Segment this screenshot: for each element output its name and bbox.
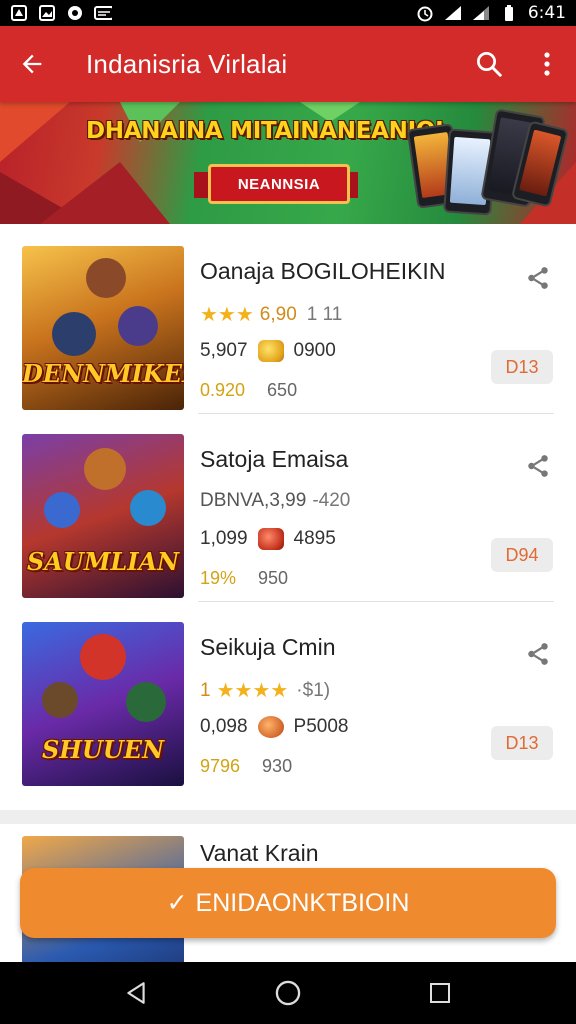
price-button[interactable]: D94 bbox=[491, 538, 553, 572]
info-row: 0,098 P5008 bbox=[200, 716, 349, 738]
rating-row: 1 ★★★★ ·$1) bbox=[200, 678, 330, 703]
app-name: Satoja Emaisa bbox=[200, 446, 349, 472]
alarm-icon bbox=[416, 4, 434, 22]
nav-recents-button[interactable] bbox=[410, 962, 470, 1024]
avatar-icon bbox=[257, 716, 284, 738]
star-icon: ★★★★ bbox=[216, 680, 289, 702]
share-button[interactable] bbox=[520, 448, 556, 484]
info-row: 1,099 4895 bbox=[200, 528, 336, 550]
more-options-button[interactable] bbox=[518, 26, 576, 102]
share-icon bbox=[528, 267, 548, 289]
meta-primary: 19% bbox=[200, 568, 237, 588]
meta-row: 9796 930 bbox=[200, 756, 292, 777]
meta-secondary: 650 bbox=[267, 380, 298, 400]
banner-headline: DHANAINA MITAINANEANIOI bbox=[86, 118, 444, 144]
share-icon bbox=[528, 643, 548, 665]
status-time: 6:41 bbox=[527, 3, 566, 23]
info-row: 5,907 0900 bbox=[200, 340, 336, 362]
meta-row: 19% 950 bbox=[200, 568, 288, 589]
battery-icon bbox=[500, 4, 518, 22]
rating-value: 6,90 bbox=[259, 303, 297, 325]
back-arrow-icon bbox=[22, 54, 42, 74]
thumbnail-title: DENNMIKEN bbox=[22, 359, 184, 388]
share-button[interactable] bbox=[520, 260, 556, 296]
more-vert-icon bbox=[544, 52, 550, 76]
meta-secondary: 950 bbox=[258, 568, 289, 588]
rating-extra: 1 11 bbox=[306, 303, 343, 325]
promo-banner[interactable]: DHANAINA MITAINANEANIOI NEANNSIA bbox=[0, 102, 576, 224]
app-bar: Indanisria Virlalai bbox=[0, 26, 576, 102]
download-count: 5,907 bbox=[200, 340, 248, 361]
nav-home-button[interactable] bbox=[258, 962, 318, 1024]
rating-row: DBNVA,3,99 -420 bbox=[200, 490, 350, 512]
app-thumbnail: SHUUEN bbox=[22, 622, 184, 786]
coin-count: P5008 bbox=[293, 716, 349, 737]
primary-action-label: ENIDAONKTBIOIN bbox=[195, 888, 410, 917]
star-icon: ★★★ bbox=[200, 304, 254, 326]
mail-icon bbox=[94, 4, 112, 22]
rating-prefix: 1 bbox=[200, 679, 211, 701]
rating-extra: -420 bbox=[312, 490, 351, 511]
signal-icon bbox=[444, 4, 462, 22]
thumbnail-title: SAUMLIAN bbox=[26, 547, 180, 576]
meta-primary: 0.920 bbox=[200, 380, 246, 400]
share-button[interactable] bbox=[520, 636, 556, 672]
download-count: 1,099 bbox=[200, 528, 248, 549]
notification-icon bbox=[10, 4, 28, 22]
list-item[interactable]: DENNMIKEN Oanaja BOGILOHEIKIN ★★★ 6,90 1… bbox=[0, 226, 576, 414]
home-circle-icon bbox=[275, 980, 301, 1006]
meta-primary: 9796 bbox=[200, 756, 241, 776]
system-nav-bar bbox=[0, 962, 576, 1024]
list-item[interactable]: SHUUEN Seikuja Cmin 1 ★★★★ ·$1) 0,098 P5… bbox=[0, 602, 576, 788]
coin-count: 4895 bbox=[293, 528, 336, 549]
share-icon bbox=[528, 455, 548, 477]
status-bar: 6:41 bbox=[0, 0, 576, 26]
recents-square-icon bbox=[430, 983, 450, 1003]
meta-secondary: 930 bbox=[262, 756, 293, 776]
thumbnail-title: SHUUEN bbox=[41, 735, 165, 764]
back-button[interactable] bbox=[0, 26, 64, 102]
app-name: Oanaja BOGILOHEIKIN bbox=[200, 258, 446, 284]
list-item[interactable]: SAUMLIAN Satoja Emaisa DBNVA,3,99 -420 1… bbox=[0, 414, 576, 602]
app-thumbnail: DENNMIKEN bbox=[22, 246, 184, 410]
section-divider bbox=[0, 810, 576, 824]
banner-ribbon: NEANNSIA bbox=[208, 164, 350, 204]
app-name: Vanat Krain bbox=[200, 840, 319, 866]
circle-icon bbox=[66, 4, 84, 22]
meta-row: 0.920 650 bbox=[200, 380, 297, 401]
rating-value: DBNVA,3,99 bbox=[200, 490, 307, 511]
app-title: Indanisria Virlalai bbox=[86, 48, 288, 79]
price-button[interactable]: D13 bbox=[491, 726, 553, 760]
image-icon bbox=[38, 4, 56, 22]
search-icon bbox=[477, 52, 502, 77]
check-icon: ✓ bbox=[166, 889, 188, 917]
rating-extra: ·$1) bbox=[296, 679, 331, 701]
app-name: Seikuja Cmin bbox=[200, 634, 336, 660]
search-button[interactable] bbox=[460, 26, 518, 102]
signal-icon bbox=[472, 4, 490, 22]
app-thumbnail: SAUMLIAN bbox=[22, 434, 184, 598]
price-button[interactable]: D13 bbox=[491, 350, 553, 384]
coin-icon bbox=[257, 340, 284, 362]
rating-row: ★★★ 6,90 1 11 bbox=[200, 302, 342, 327]
gift-icon bbox=[257, 528, 284, 550]
nav-back-button[interactable] bbox=[106, 962, 166, 1024]
primary-action-button[interactable]: ✓ ENIDAONKTBIOIN bbox=[20, 868, 556, 938]
back-triangle-icon bbox=[127, 982, 145, 1004]
coin-count: 0900 bbox=[293, 340, 336, 361]
download-count: 0,098 bbox=[200, 716, 248, 737]
